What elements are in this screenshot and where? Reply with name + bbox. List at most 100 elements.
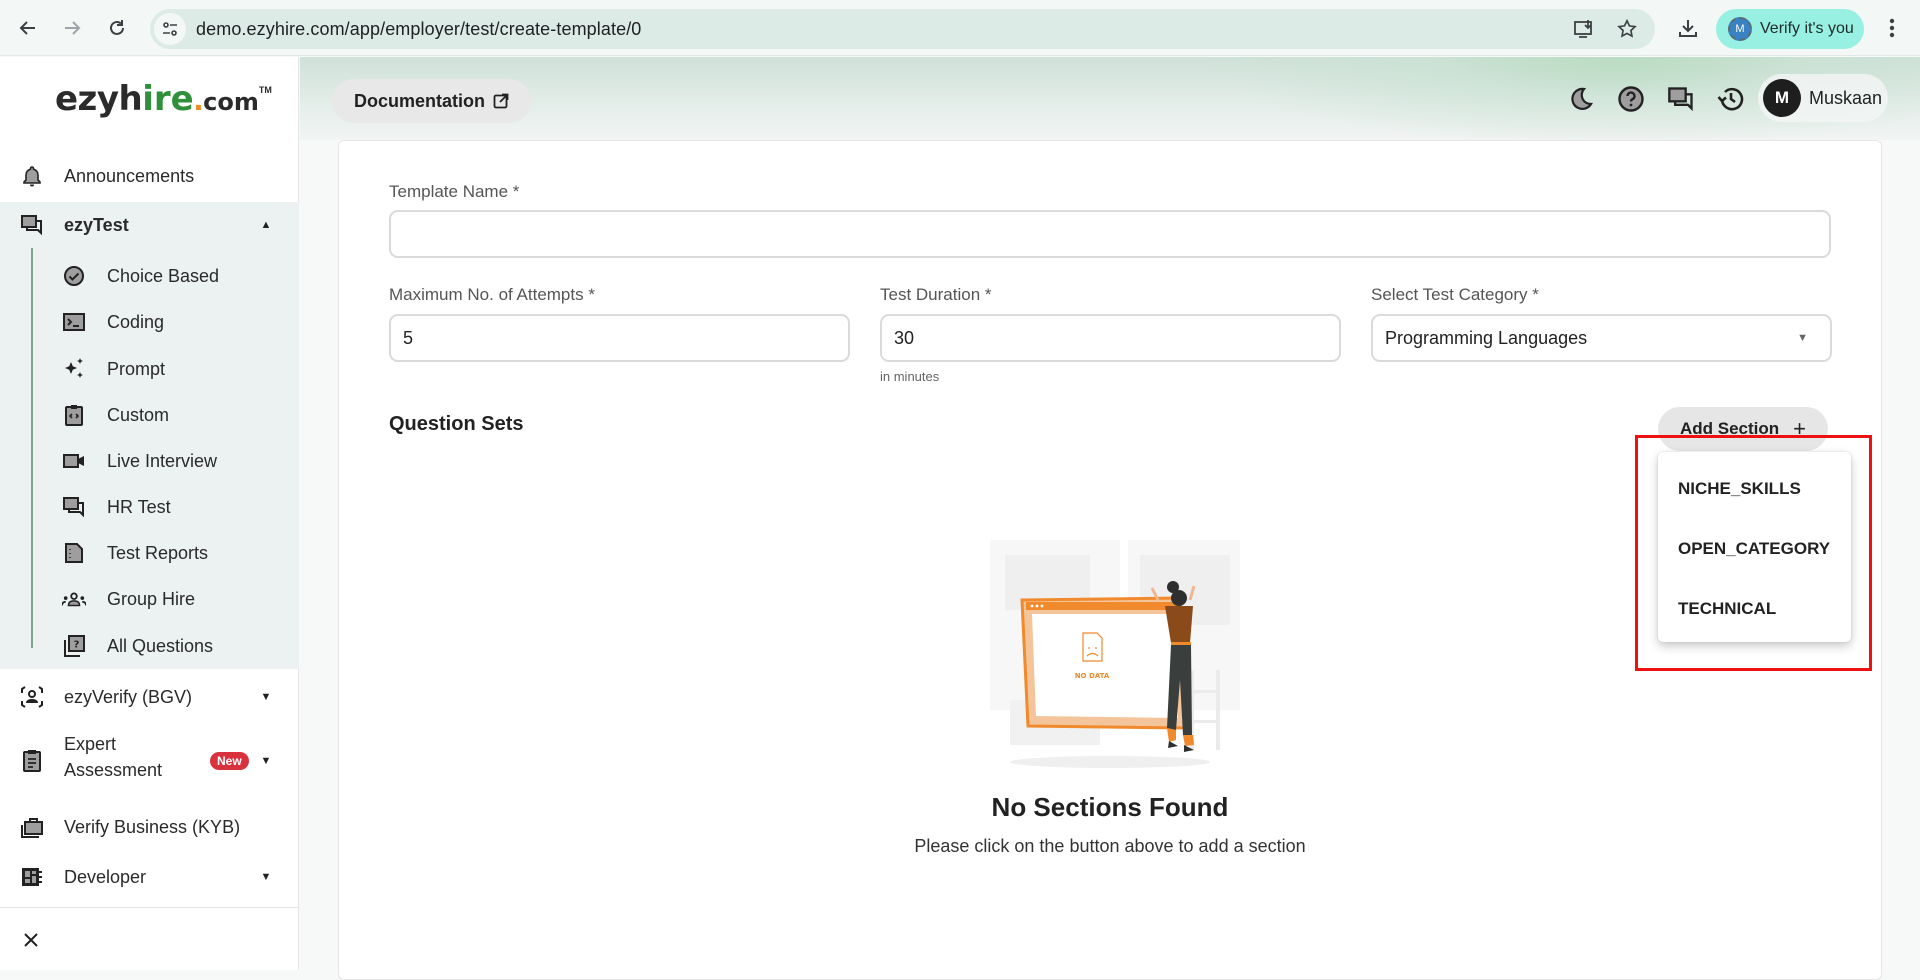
developer-board-icon [19,864,45,890]
test-category-select[interactable]: Programming Languages ▼ [1371,314,1832,362]
bookmark-star-icon [1617,18,1637,38]
sparkle-icon [62,357,86,381]
test-duration-input[interactable] [880,314,1341,362]
sidebar-subitem-coding[interactable]: Coding [0,300,299,344]
chevron-down-icon[interactable]: ▼ [259,870,273,884]
app-header: Documentation M Muskaan [300,57,1920,140]
history-icon [1717,87,1744,111]
sidebar-subitem-label: Choice Based [107,265,220,286]
template-name-input[interactable] [389,210,1831,258]
sidebar-subitem-group-hire[interactable]: Group Hire [0,577,299,621]
sidebar-item-expert-assessment[interactable]: Expert Assessment New ▼ [0,722,299,800]
menu-option-open-category[interactable]: OPEN_CATEGORY [1658,519,1851,579]
question-sets-title: Question Sets [389,413,524,435]
sidebar-item-label: Developer [64,866,147,887]
sidebar-subitem-all-questions[interactable]: ? All Questions [0,624,299,668]
sidebar-item-label: ezyVerify (BGV) [64,686,193,707]
test-category-value: Programming Languages [1385,327,1588,348]
sidebar-subitem-hr-test[interactable]: HR Test [0,485,299,529]
sidebar-item-developer[interactable]: Developer ▼ [0,854,299,900]
no-data-illustration: NO DATA [990,540,1240,768]
documentation-button[interactable]: Documentation [332,79,532,123]
browser-menu-button[interactable] [1878,14,1906,42]
bookmark-button[interactable] [1615,17,1639,41]
sidebar-item-label: Announcements [64,165,195,186]
install-app-icon [1574,20,1592,38]
site-info-button[interactable] [154,13,186,45]
sidebar-subitem-prompt[interactable]: Prompt [0,347,299,391]
sidebar: ezyh ire. com TM Announcements ezyTest ▲ Ch… [0,57,299,970]
sidebar-subitem-live-interview[interactable]: Live Interview [0,439,299,483]
check-circle-icon [62,264,86,288]
chevron-down-icon[interactable]: ▼ [259,690,273,704]
test-category-label: Select Test Category * [1371,285,1539,304]
collapse-sidebar-button[interactable] [18,927,44,953]
sidebar-subitem-choice-based[interactable]: Choice Based [0,254,299,298]
install-app-button[interactable] [1572,17,1596,41]
help-button[interactable] [1616,84,1646,114]
template-name-label: Template Name * [389,182,520,201]
sidebar-subitem-test-reports[interactable]: Test Reports [0,531,299,575]
address-bar[interactable]: demo.ezyhire.com/app/employer/test/creat… [150,9,1655,49]
max-attempts-input[interactable] [389,314,850,362]
add-section-button[interactable]: Add Section + [1658,407,1829,451]
sidebar-item-verify-business[interactable]: Verify Business (KYB) [0,804,299,850]
template-name-field[interactable] [403,212,1829,256]
reload-button[interactable] [103,14,131,42]
avatar: M [1763,79,1801,117]
sidebar-item-ezytest[interactable]: ezyTest ▲ [0,202,299,248]
close-icon [24,933,38,947]
documentation-label: Documentation [354,90,486,111]
forum-icon [19,212,45,238]
label-line-1: Expert [64,734,117,754]
bell-icon [19,163,45,189]
sidebar-item-ezyverify[interactable]: ezyVerify (BGV) ▼ [0,674,299,720]
download-icon [1679,20,1697,37]
code-clipboard-icon [62,403,86,427]
verify-label: Verify it's you [1760,20,1854,37]
forward-button[interactable] [58,14,86,42]
add-section-menu: NICHE_SKILLS OPEN_CATEGORY TECHNICAL [1658,452,1851,642]
label-line-2: Assessment [64,760,163,780]
max-attempts-field[interactable] [403,316,848,360]
sidebar-subitem-label: Live Interview [107,450,218,471]
history-button[interactable] [1716,84,1746,114]
clipboard-icon [19,748,45,774]
chevron-down-icon[interactable]: ▼ [259,754,273,768]
menu-option-niche-skills[interactable]: NICHE_SKILLS [1658,459,1851,519]
profile-avatar: M [1728,17,1752,41]
no-data-label: NO DATA [1075,672,1110,680]
user-menu-button[interactable]: M Muskaan [1758,74,1888,122]
back-button[interactable] [14,14,42,42]
browser-toolbar: demo.ezyhire.com/app/employer/test/creat… [0,0,1920,56]
chevron-up-icon[interactable]: ▲ [259,218,273,232]
ezyhire-logo[interactable]: ezyh ire. com TM [55,79,272,119]
test-duration-helper: in minutes [880,369,940,384]
monitor: NO DATA [1020,596,1187,730]
url-text[interactable]: demo.ezyhire.com/app/employer/test/creat… [196,19,641,40]
terminal-icon [62,310,86,334]
forward-icon [65,21,81,35]
sidebar-subitem-label: Test Reports [107,542,209,563]
plus-icon: + [1793,416,1807,441]
profile-verify-button[interactable]: M Verify it's you [1716,9,1864,49]
sidebar-subitem-custom[interactable]: Custom [0,393,299,437]
back-icon [19,21,35,35]
downloads-button[interactable] [1674,14,1702,42]
reload-icon [110,20,124,35]
more-menu-icon [1889,18,1895,38]
logo-trademark: TM [258,85,272,95]
sidebar-divider [0,907,299,908]
report-icon [62,541,86,565]
test-duration-field[interactable] [894,316,1339,360]
menu-option-technical[interactable]: TECHNICAL [1658,579,1851,639]
sidebar-subitem-label: Custom [107,404,170,425]
sidebar-item-announcements[interactable]: Announcements [0,153,299,199]
sidebar-subitem-label: Coding [107,311,165,332]
floor-shadow [1010,756,1210,768]
logo-text-com: com [203,88,259,116]
site-info-icon [163,22,177,36]
feedback-button[interactable] [1666,84,1696,114]
dark-mode-button[interactable] [1566,84,1596,114]
sidebar-subitem-label: Prompt [107,358,166,379]
